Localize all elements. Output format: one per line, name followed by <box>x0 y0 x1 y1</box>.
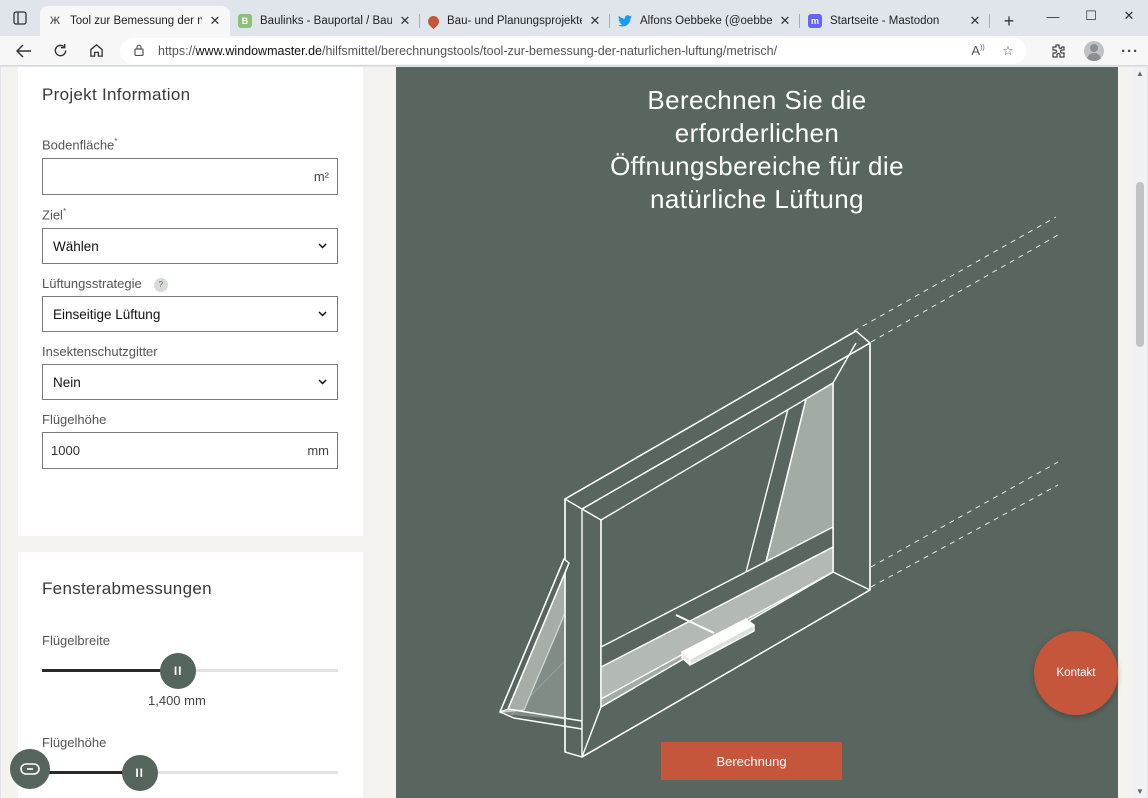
strategie-value: Einseitige Lüftung <box>53 306 161 322</box>
chevron-down-icon <box>318 377 327 388</box>
section-title: Fensterabmessungen <box>42 579 212 598</box>
slider-handle[interactable]: II <box>160 653 197 689</box>
scrollbar-thumb[interactable] <box>1136 182 1144 347</box>
baulinks-icon: B <box>238 14 252 28</box>
project-info-card: Projekt Information Bodenfläche* m² Ziel… <box>18 67 363 536</box>
close-icon[interactable]: ✕ <box>398 13 412 29</box>
profile-avatar[interactable] <box>1076 36 1112 66</box>
insekt-value: Nein <box>53 374 81 390</box>
slider-handle[interactable]: II <box>121 755 158 791</box>
help-icon[interactable]: ? <box>153 277 168 292</box>
url-path: /hilfsmittel/berechnungstools/tool-zur-b… <box>321 44 778 58</box>
back-icon[interactable] <box>6 36 42 66</box>
tab-title: Alfons Oebbeke (@oebbeke) / <box>640 15 772 27</box>
window-controls: — ☐ ✕ <box>1034 0 1148 32</box>
lock-icon <box>134 44 146 59</box>
slider-fill <box>42 669 179 672</box>
read-aloud-icon[interactable]: A)) <box>968 43 988 59</box>
maps-pin-icon <box>425 13 442 29</box>
hero-title: Berechnen Sie die erforderlichen Öffnung… <box>610 85 904 214</box>
fluegelhoehe-label: Flügelhöhe <box>42 412 107 427</box>
tab-title: Baulinks - Bauportal / Baumag <box>260 15 392 27</box>
address-toolbar: https://www.windowmaster.de/hilfsmittel/… <box>0 36 1148 66</box>
hoehe-slider[interactable]: II <box>42 754 338 791</box>
url-prefix: https:// <box>158 44 196 58</box>
close-window-icon[interactable]: ✕ <box>1110 0 1148 32</box>
breite-value: 1,400 mm <box>148 693 206 708</box>
hero-panel: Berechnen Sie die erforderlichen Öffnung… <box>396 67 1118 798</box>
insekt-select[interactable]: Nein <box>42 364 338 400</box>
tab-title: Bau- und Planungsprojekte au <box>447 15 582 27</box>
breite-slider[interactable]: II <box>42 652 338 689</box>
insekt-label: Insektenschutzgitter <box>42 344 158 359</box>
tab-strip: Ж Tool zur Bemessung der natürli ✕ B Bau… <box>0 0 1148 36</box>
tab-title: Startseite - Mastodon <box>830 15 940 27</box>
breite-label: Flügelbreite <box>42 633 110 648</box>
tab-actions-icon <box>13 11 27 25</box>
url-host: www.windowmaster.de <box>195 44 322 58</box>
reload-icon[interactable] <box>42 36 78 66</box>
bodenflaeche-label: Bodenfläche* <box>42 137 118 153</box>
close-icon[interactable]: ✕ <box>208 13 222 29</box>
tab-bauprojekte[interactable]: Bau- und Planungsprojekte au ✕ <box>420 6 610 36</box>
minimize-icon[interactable]: — <box>1034 0 1072 32</box>
kontakt-button[interactable]: Kontakt <box>1034 631 1118 715</box>
fluegelhoehe-input[interactable]: 1000 mm <box>42 432 338 469</box>
hoehe2-label: Flügelhöhe <box>42 735 107 750</box>
home-icon[interactable] <box>78 36 114 66</box>
ziel-label: Ziel* <box>42 207 67 223</box>
tab-baulinks[interactable]: B Baulinks - Bauportal / Baumag ✕ <box>230 6 420 36</box>
scroll-up-icon[interactable]: ▲ <box>1136 69 1144 78</box>
tab-actions-button[interactable] <box>0 0 40 36</box>
chevron-down-icon <box>318 309 327 320</box>
accessibility-toggle-button[interactable] <box>10 749 50 789</box>
twitter-icon <box>618 14 632 28</box>
page-viewport: Projekt Information Bodenfläche* m² Ziel… <box>1 67 1133 798</box>
tab-twitter[interactable]: Alfons Oebbeke (@oebbeke) / ✕ <box>610 6 800 36</box>
tab-mastodon[interactable]: m Startseite - Mastodon ✕ <box>800 6 990 36</box>
close-icon[interactable]: ✕ <box>778 13 792 29</box>
scroll-down-icon[interactable]: ▼ <box>1136 787 1144 796</box>
strategie-label: Lüftungsstrategie? <box>42 276 168 292</box>
page-scrollbar[interactable]: ▲ ▼ <box>1133 67 1147 798</box>
windowmaster-icon: Ж <box>49 15 61 27</box>
bodenflaeche-input[interactable]: m² <box>42 158 338 195</box>
ziel-select[interactable]: Wählen <box>42 228 338 264</box>
strategie-select[interactable]: Einseitige Lüftung <box>42 296 338 332</box>
window-dimensions-card: Fensterabmessungen Flügelbreite II 1,400… <box>18 552 363 798</box>
maximize-icon[interactable]: ☐ <box>1072 0 1110 32</box>
favorite-star-icon[interactable]: ☆ <box>998 43 1018 59</box>
mastodon-icon: m <box>808 14 822 28</box>
section-title: Projekt Information <box>42 85 191 104</box>
url-bar[interactable]: https://www.windowmaster.de/hilfsmittel/… <box>120 38 1026 64</box>
fluegelhoehe-value: 1000 <box>51 443 80 458</box>
more-menu-icon[interactable]: ··· <box>1112 36 1148 66</box>
chevron-down-icon <box>318 241 327 252</box>
close-icon[interactable]: ✕ <box>588 13 602 29</box>
glasses-icon <box>20 763 40 775</box>
new-tab-button[interactable]: + <box>994 6 1024 36</box>
tab-windowmaster[interactable]: Ж Tool zur Bemessung der natürli ✕ <box>40 6 230 36</box>
extensions-icon[interactable] <box>1040 36 1076 66</box>
ziel-value: Wählen <box>53 238 99 254</box>
unit-m2: m² <box>313 169 329 184</box>
close-icon[interactable]: ✕ <box>968 13 982 29</box>
tab-title: Tool zur Bemessung der natürli <box>70 15 202 27</box>
calculate-button[interactable]: Berechnung <box>661 742 842 780</box>
unit-mm: mm <box>307 443 329 458</box>
